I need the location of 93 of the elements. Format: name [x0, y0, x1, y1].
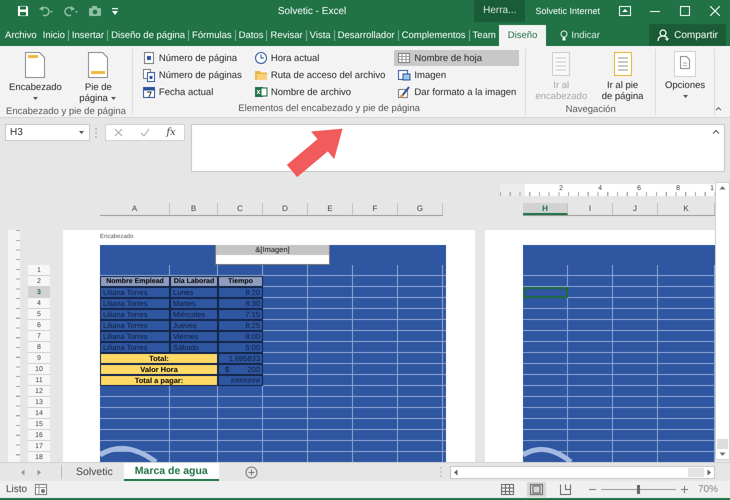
arc-drawing — [523, 444, 573, 462]
redo-icon[interactable] — [63, 5, 79, 17]
ribbon-tab[interactable]: Diseño — [498, 25, 546, 46]
save-icon[interactable] — [17, 5, 29, 17]
document-icon[interactable] — [24, 51, 46, 79]
ribbon-button[interactable]: Nombre de hoja — [394, 50, 520, 66]
normal-view-icon — [500, 483, 515, 496]
collapse-ribbon-icon[interactable] — [715, 106, 722, 111]
document-icon[interactable] — [87, 51, 110, 79]
insert-function-button[interactable]: fx — [166, 127, 176, 138]
group-label: Elementos del encabezado y pie de página — [237, 103, 421, 115]
ribbon-button[interactable]: Dar formato a la imagen — [394, 84, 520, 100]
sheet-tab[interactable]: Solvetic — [65, 463, 124, 481]
ribbon-button[interactable]: Número de páginas — [138, 67, 245, 83]
calendar-icon — [142, 85, 156, 99]
status-text: Listo — [6, 484, 28, 495]
ribbon-button: Ir al encabezado — [532, 49, 590, 104]
column-header[interactable]: H — [523, 203, 568, 215]
spreadsheet-icon — [254, 85, 268, 99]
ribbon-button[interactable]: Ir al pie de página — [596, 49, 649, 104]
name-box[interactable]: H3 — [5, 124, 90, 141]
image-icon — [397, 68, 412, 82]
ribbon-button[interactable]: Opciones — [662, 49, 708, 101]
camera-icon[interactable] — [88, 5, 102, 17]
scroll-up-icon[interactable] — [719, 185, 726, 190]
group-label: Encabezado y pie de página — [5, 106, 127, 117]
ribbon-button[interactable]: Fecha actual — [138, 84, 245, 100]
ribbon-button[interactable]: Ruta de acceso del archivo — [250, 67, 388, 83]
cancel-icon[interactable] — [114, 128, 124, 137]
scroll-thumb[interactable] — [717, 439, 728, 449]
document-icon — [142, 51, 156, 65]
ribbon-tab[interactable]: Complementos — [398, 25, 469, 46]
ribbon-tab[interactable]: Diseño de página — [108, 25, 188, 46]
contextual-tab-label: Herra... — [474, 0, 526, 22]
lightbulb-icon — [560, 30, 568, 41]
ribbon-button[interactable]: Imagen — [394, 67, 520, 83]
group-label: Navegación — [564, 104, 617, 115]
view-button[interactable] — [526, 482, 546, 497]
table-icon — [397, 51, 412, 65]
ribbon-button[interactable]: Hora actual — [250, 50, 388, 66]
ribbon-tab[interactable]: Inicio — [40, 25, 68, 46]
next-sheet-icon[interactable] — [37, 468, 42, 476]
zoom-thumb[interactable] — [637, 485, 640, 494]
documents-icon — [142, 68, 156, 82]
options-box[interactable] — [674, 51, 696, 77]
ribbon-button[interactable]: Nombre de archivo — [250, 84, 388, 100]
ribbon-button[interactable]: Encabezado — [6, 49, 65, 106]
customize-icon[interactable] — [111, 6, 119, 16]
clock-icon — [254, 51, 268, 65]
ribbon-tab[interactable]: Revisar — [267, 25, 306, 46]
ribbon-tab[interactable]: Insertar — [68, 25, 108, 46]
sheet-tab[interactable]: Marca de agua — [124, 463, 219, 481]
caret-icon — [78, 130, 85, 135]
folder-icon — [254, 68, 268, 82]
tell-me-button[interactable]: Indicar — [554, 25, 606, 46]
collapse-icon[interactable] — [712, 129, 720, 134]
scroll-right-icon[interactable] — [707, 468, 712, 476]
share-button[interactable]: Compartir — [649, 24, 726, 46]
caret-icon — [682, 94, 689, 99]
window-title: Solvetic - Excel — [278, 6, 346, 16]
ribbon-tab[interactable]: Vista — [306, 25, 334, 46]
close-icon[interactable] — [710, 6, 720, 16]
document-icon — [679, 55, 692, 70]
formula-input[interactable] — [191, 124, 725, 172]
undo-icon[interactable] — [38, 5, 54, 17]
person-add-icon — [657, 29, 670, 41]
active-cell[interactable] — [523, 287, 568, 298]
ribbon-button[interactable]: Pie de página — [70, 49, 126, 106]
ribbon-tab[interactable]: Fórmulas — [189, 25, 235, 46]
ribbon-tab[interactable]: Desarrollador — [334, 25, 398, 46]
zoom-out-icon[interactable] — [588, 486, 596, 493]
ribbon-display-icon[interactable] — [619, 6, 631, 16]
page-break-icon — [558, 483, 573, 496]
horizontal-scrollbar[interactable] — [450, 466, 715, 478]
caret-icon — [110, 96, 118, 101]
scroll-left-icon[interactable] — [453, 468, 458, 476]
document-icon[interactable] — [612, 51, 634, 77]
ribbon-tab[interactable]: Datos — [236, 25, 266, 46]
previous-sheet-icon[interactable] — [20, 468, 25, 476]
add-sheet-icon[interactable] — [244, 466, 258, 478]
ribbon-tab[interactable]: Archivo — [2, 25, 40, 46]
macro-record-icon[interactable] — [35, 484, 48, 495]
brush-icon — [397, 85, 412, 99]
account-name[interactable]: Solvetic Internet — [535, 6, 600, 16]
caret-icon — [32, 96, 39, 101]
maximize-icon[interactable] — [680, 6, 690, 16]
enter-icon[interactable] — [140, 128, 150, 137]
ribbon-tab[interactable]: Team — [470, 25, 499, 46]
vertical-scrollbar[interactable] — [715, 182, 730, 460]
scroll-down-icon[interactable] — [719, 452, 726, 457]
ribbon-button[interactable]: Número de página — [138, 50, 245, 66]
page-layout-icon — [528, 483, 544, 496]
zoom-in-icon[interactable] — [680, 486, 688, 493]
